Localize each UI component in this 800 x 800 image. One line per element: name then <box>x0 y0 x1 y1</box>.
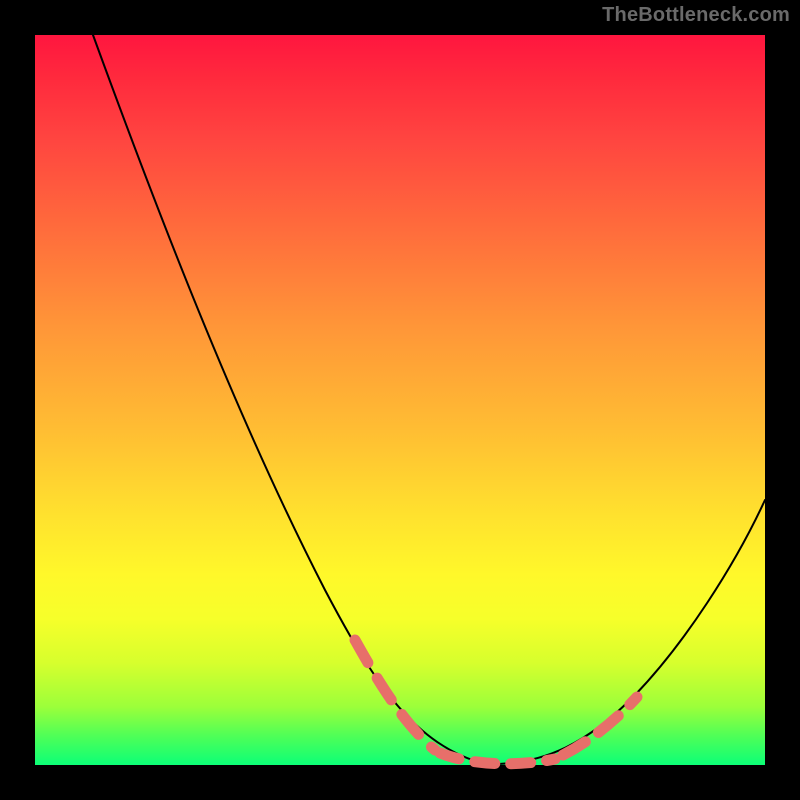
curve-path <box>93 35 765 764</box>
chart-stage: TheBottleneck.com <box>0 0 800 800</box>
curve-dash-left <box>355 640 435 750</box>
bottleneck-curve <box>35 35 765 765</box>
curve-dash-right <box>563 697 637 755</box>
gradient-plot-area <box>35 35 765 765</box>
watermark-text: TheBottleneck.com <box>602 4 790 27</box>
